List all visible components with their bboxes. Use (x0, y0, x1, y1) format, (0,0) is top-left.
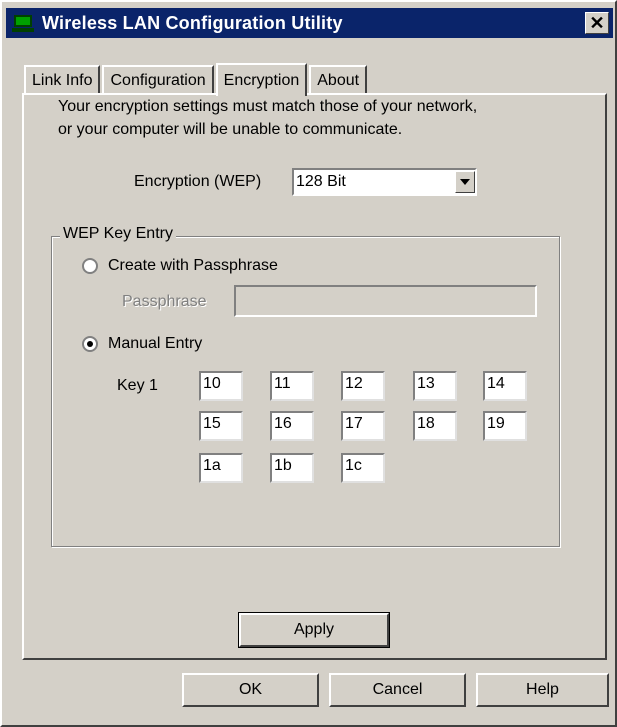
description-line-1: Your encryption settings must match thos… (58, 98, 478, 115)
key-1-label: Key 1 (117, 377, 158, 394)
key-field-3[interactable]: 12 (341, 371, 385, 401)
passphrase-input[interactable] (234, 285, 537, 317)
manual-entry-radio-row[interactable]: Manual Entry (82, 335, 202, 353)
key-field-5[interactable]: 14 (483, 371, 527, 401)
key-field-10[interactable]: 19 (483, 411, 527, 441)
close-button[interactable]: ✕ (585, 12, 609, 34)
key-field-6[interactable]: 15 (199, 411, 243, 441)
tab-strip: Link Info Configuration Encryption About (24, 62, 369, 96)
dialog-window: Wireless LAN Configuration Utility ✕ Lin… (0, 0, 617, 727)
key-field-13[interactable]: 1c (341, 453, 385, 483)
manual-entry-radio[interactable] (82, 336, 98, 352)
passphrase-radio[interactable] (82, 258, 98, 274)
key-field-1[interactable]: 10 (199, 371, 243, 401)
passphrase-label: Passphrase (122, 293, 207, 310)
key-field-7[interactable]: 16 (270, 411, 314, 441)
tab-configuration[interactable]: Configuration (102, 65, 214, 94)
title-bar[interactable]: Wireless LAN Configuration Utility ✕ (6, 8, 613, 38)
tab-about[interactable]: About (309, 65, 368, 94)
key-field-2[interactable]: 11 (270, 371, 314, 401)
window-title: Wireless LAN Configuration Utility (42, 12, 343, 33)
wep-select[interactable]: 128 Bit (292, 168, 477, 196)
key-field-11[interactable]: 1a (199, 453, 243, 483)
wep-select-value: 128 Bit (296, 173, 346, 190)
dropdown-arrow-icon[interactable] (455, 171, 475, 193)
key-field-12[interactable]: 1b (270, 453, 314, 483)
network-computer-icon (12, 13, 34, 33)
wep-key-entry-label: WEP Key Entry (60, 225, 176, 243)
tab-encryption[interactable]: Encryption (215, 63, 308, 96)
key-field-4[interactable]: 13 (413, 371, 457, 401)
passphrase-option-label: Create with Passphrase (108, 257, 278, 274)
cancel-button[interactable]: Cancel (329, 673, 466, 707)
passphrase-radio-row[interactable]: Create with Passphrase (82, 257, 278, 275)
apply-button[interactable]: Apply (238, 612, 390, 648)
manual-entry-option-label: Manual Entry (108, 335, 203, 352)
key-field-8[interactable]: 17 (341, 411, 385, 441)
wep-label: Encryption (WEP) (134, 173, 262, 190)
description-line-2: or your computer will be unable to commu… (58, 121, 403, 138)
tab-link-info[interactable]: Link Info (24, 65, 101, 94)
help-button[interactable]: Help (476, 673, 609, 707)
encryption-panel: Your encryption settings must match thos… (22, 93, 607, 660)
ok-button[interactable]: OK (182, 673, 319, 707)
key-field-9[interactable]: 18 (413, 411, 457, 441)
encryption-description: Your encryption settings must match thos… (58, 95, 477, 141)
